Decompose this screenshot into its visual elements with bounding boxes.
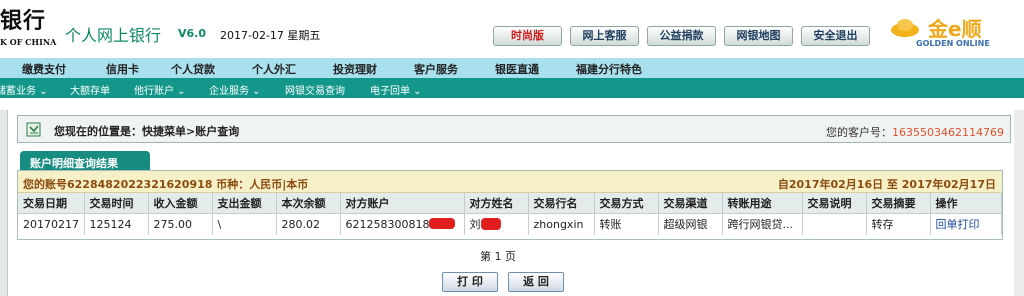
cell-summary: 转存 — [866, 212, 931, 235]
site-map-button[interactable]: 网银地图 — [724, 26, 793, 46]
golden-online-logo: 金e顺 GOLDEN ONLINE — [890, 12, 1020, 52]
nav-customer-service[interactable]: 客户服务 — [414, 61, 458, 77]
fashion-version-button[interactable]: 时尚版 — [493, 26, 562, 46]
table-row: 20170217 125124 275.00 \ 280.02 62125830… — [18, 212, 1002, 235]
page-number: 第 1 页 — [480, 250, 516, 263]
tab-account-detail[interactable]: 账户明细查询结果 — [20, 151, 150, 171]
cell-balance: 280.02 — [276, 212, 341, 235]
column-header: 对方姓名 — [464, 193, 529, 213]
account-info: 您的账号6228482022321620918 币种：人民币|本币 — [23, 178, 309, 191]
column-header: 对方账户 — [340, 193, 465, 213]
cell-channel: 超级网银 — [658, 212, 723, 235]
golden-ingot-icon — [891, 19, 919, 37]
counterparty-name-value: 刘 — [469, 218, 481, 232]
nav-investment[interactable]: 投资理财 — [333, 61, 377, 77]
back-button[interactable]: 返 回 — [508, 272, 564, 292]
column-header: 本次余额 — [276, 193, 341, 213]
column-header: 收入金额 — [148, 193, 213, 213]
subnav-other-bank[interactable]: 他行账户 ⌄ — [134, 82, 186, 97]
redaction-mark — [480, 218, 501, 231]
column-header: 操作 — [930, 193, 1002, 213]
account-bar: 您的账号6228482022321620918 币种：人民币|本币 自2017年… — [18, 171, 1002, 193]
logout-button[interactable]: 安全退出 — [801, 26, 870, 46]
redaction-mark — [429, 217, 456, 229]
date-range: 自2017年02月16日 至 2017年02月17日 — [777, 178, 996, 191]
table-header-row: 交易日期 交易时间 收入金额 支出金额 本次余额 对方账户 对方姓名 交易行名 … — [18, 193, 1002, 213]
column-header: 交易方式 — [594, 193, 659, 213]
breadcrumb: 您现在的位置是：快捷菜单>账户查询 您的客户号：1635503462114769 — [17, 115, 1011, 143]
subnav-transaction-query[interactable]: 网银交易查询 — [285, 82, 345, 97]
left-rail — [0, 110, 8, 296]
app-title: 个人网上银行 — [65, 26, 162, 45]
breadcrumb-text: 您现在的位置是：快捷菜单>账户查询 — [54, 125, 240, 138]
customer-number-label: 您的客户号： — [826, 126, 893, 139]
subnav-enterprise[interactable]: 企业服务 ⌄ — [209, 82, 261, 97]
scrollbar[interactable] — [1014, 110, 1024, 296]
column-header: 转账用途 — [722, 193, 803, 213]
cell-purpose: 跨行网银贷... — [722, 212, 803, 235]
nav-credit-card[interactable]: 信用卡 — [106, 61, 139, 77]
cell-method: 转账 — [594, 212, 659, 235]
header: 银行 K OF CHINA 个人网上银行 V6.0 2017-02-17 星期五… — [0, 0, 1024, 58]
column-header: 交易行名 — [528, 193, 595, 213]
online-service-button[interactable]: 网上客服 — [570, 26, 639, 46]
column-header: 交易渠道 — [658, 193, 723, 213]
donation-button[interactable]: 公益捐款 — [647, 26, 716, 46]
cell-time: 125124 — [84, 212, 149, 235]
current-date: 2017-02-17 星期五 — [220, 29, 321, 42]
subnav-e-receipt[interactable]: 电子回单 ⌄ — [370, 82, 422, 97]
cell-bank: zhongxin — [528, 212, 595, 235]
location-icon — [26, 122, 41, 137]
app-version: V6.0 — [178, 27, 206, 40]
counterparty-account-value: 621258300818 — [345, 217, 430, 231]
main-nav: 缴费支付 信用卡 个人贷款 个人外汇 投资理财 客户服务 银医直通 福建分行特色 — [0, 58, 1024, 78]
column-header: 交易说明 — [802, 193, 867, 213]
cell-income: 275.00 — [148, 212, 213, 235]
cell-counterparty-account: 621258300818 — [340, 212, 465, 235]
subnav-savings[interactable]: 储蓄业务 ⌄ — [0, 82, 48, 97]
cell-expense: \ — [212, 212, 277, 235]
result-panel: 您的账号6228482022321620918 币种：人民币|本币 自2017年… — [17, 170, 1003, 240]
cell-counterparty-name: 刘 — [464, 212, 529, 235]
golden-logo-en: GOLDEN ONLINE — [916, 39, 990, 48]
subnav-large-deposit[interactable]: 大额存单 — [70, 82, 110, 97]
customer-number: 您的客户号：1635503462114769 — [826, 124, 1004, 140]
print-receipt-link[interactable]: 回单打印 — [930, 212, 1002, 235]
print-button[interactable]: 打 印 — [442, 272, 498, 292]
column-header: 交易日期 — [18, 193, 85, 213]
nav-personal-loan[interactable]: 个人贷款 — [171, 61, 215, 77]
transactions-table: 交易日期 交易时间 收入金额 支出金额 本次余额 对方账户 对方姓名 交易行名 … — [18, 193, 1002, 235]
nav-fujian-branch[interactable]: 福建分行特色 — [576, 61, 642, 77]
sub-nav: 储蓄业务 ⌄ 大额存单 他行账户 ⌄ 企业服务 ⌄ 网银交易查询 电子回单 ⌄ — [0, 78, 1024, 98]
nav-forex[interactable]: 个人外汇 — [252, 61, 296, 77]
cell-date: 20170217 — [18, 212, 85, 235]
customer-number-value: 1635503462114769 — [892, 126, 1004, 139]
column-header: 支出金额 — [212, 193, 277, 213]
nav-medical[interactable]: 银医直通 — [495, 61, 539, 77]
nav-bill-payment[interactable]: 缴费支付 — [22, 61, 66, 77]
cell-note — [802, 212, 867, 235]
bank-logo-en: K OF CHINA — [0, 37, 57, 47]
column-header: 交易时间 — [84, 193, 149, 213]
column-header: 交易摘要 — [866, 193, 931, 213]
golden-logo-text: 金e顺 — [928, 17, 982, 41]
bank-logo: 银行 — [0, 8, 47, 34]
